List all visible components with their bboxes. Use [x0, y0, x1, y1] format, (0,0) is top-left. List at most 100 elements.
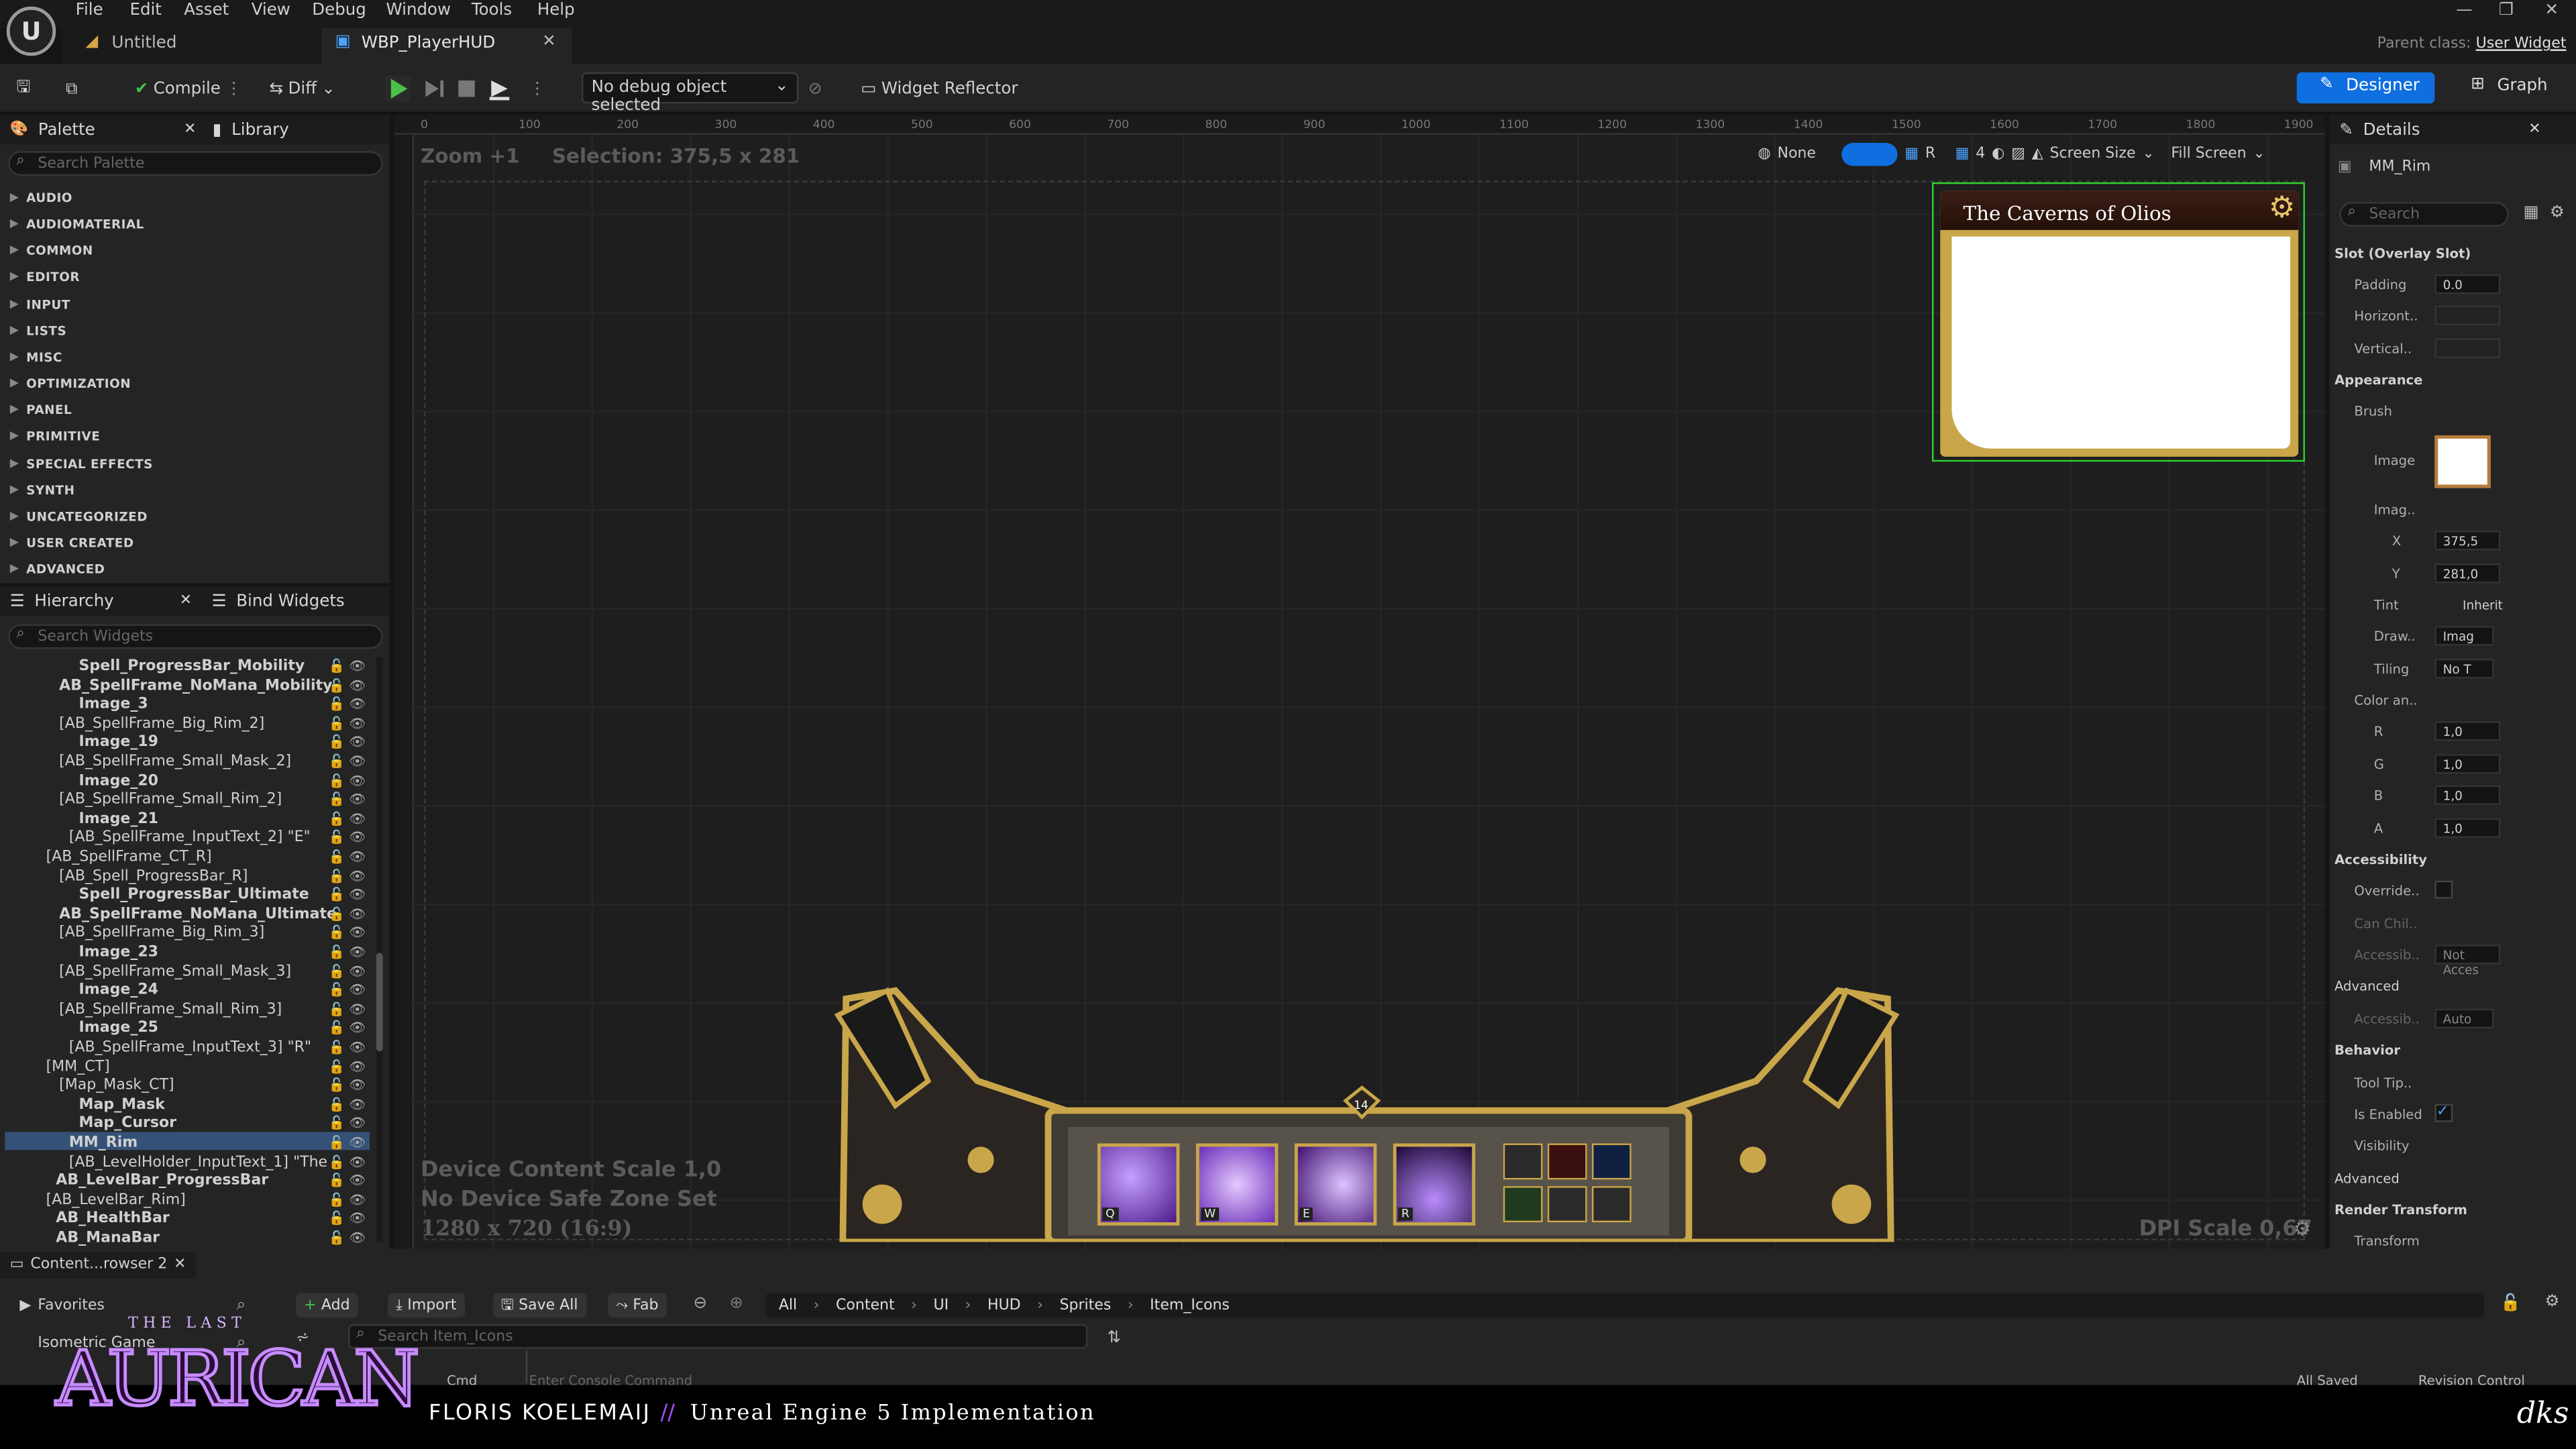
- category-uncategorized[interactable]: UNCATEGORIZED: [26, 509, 148, 524]
- action-bar[interactable]: 14 Q W E R: [830, 982, 1904, 1246]
- hierarchy-item[interactable]: Image_20: [79, 773, 158, 789]
- section-accessibility[interactable]: Accessibility: [2334, 853, 2427, 867]
- save-all-button[interactable]: 🖫 Save All: [492, 1293, 586, 1318]
- tiling-select[interactable]: No T: [2434, 659, 2494, 679]
- section-advanced[interactable]: Advanced: [2334, 1171, 2400, 1186]
- section-slot[interactable]: Slot (Overlay Slot): [2334, 246, 2471, 261]
- close-panel-icon[interactable]: ✕: [180, 593, 192, 609]
- lock-visibility-icons[interactable]: 🔓 👁: [329, 983, 366, 998]
- section-appearance[interactable]: Appearance: [2334, 373, 2422, 388]
- gear-icon[interactable]: ⚙: [2550, 204, 2565, 222]
- hierarchy-item[interactable]: [AB_SpellFrame_Small_Rim_2]: [59, 792, 282, 808]
- section-render-transform[interactable]: Render Transform: [2334, 1203, 2467, 1218]
- designer-button[interactable]: ✎ Designer: [2296, 72, 2435, 104]
- category-advanced[interactable]: ADVANCED: [26, 562, 105, 577]
- color-b[interactable]: 1,0: [2434, 785, 2501, 806]
- details-title[interactable]: Details: [2363, 121, 2420, 139]
- import-button[interactable]: ⤓ Import: [387, 1293, 465, 1318]
- lock-visibility-icons[interactable]: 🔓 👁: [329, 1040, 366, 1055]
- hierarchy-title[interactable]: Hierarchy: [34, 592, 113, 610]
- menu-asset[interactable]: Asset: [184, 1, 229, 19]
- section-behavior[interactable]: Behavior: [2334, 1043, 2400, 1058]
- category-user-created[interactable]: USER CREATED: [26, 535, 133, 550]
- fill-screen-select[interactable]: Fill Screen: [2171, 146, 2246, 162]
- lock-visibility-icons[interactable]: 🔓 👁: [329, 888, 366, 902]
- close-panel-icon[interactable]: ✕: [2528, 121, 2540, 138]
- diff-button[interactable]: ⇆ Diff ⌄: [270, 76, 335, 102]
- lock-visibility-icons[interactable]: 🔓 👁: [329, 1116, 366, 1131]
- hierarchy-item[interactable]: MM_Rim: [69, 1135, 138, 1151]
- stop-icon[interactable]: [453, 76, 480, 102]
- hierarchy-item[interactable]: [AB_LevelHolder_InputText_1] "The: [69, 1155, 327, 1171]
- item-slot-2[interactable]: [1547, 1143, 1587, 1180]
- lock-visibility-icons[interactable]: 🔓 👁: [329, 945, 366, 959]
- lock-visibility-icons[interactable]: 🔓 👁: [329, 1155, 366, 1169]
- hierarchy-item[interactable]: Image_23: [79, 945, 158, 961]
- lock-toggle[interactable]: [1842, 143, 1898, 166]
- hierarchy-item[interactable]: AB_SpellFrame_NoMana_Ultimate: [59, 906, 337, 922]
- play-options-icon[interactable]: ⋮: [529, 76, 545, 102]
- breadcrumb-sprites[interactable]: Sprites: [1059, 1297, 1111, 1313]
- close-tab-icon[interactable]: ✕: [542, 33, 556, 51]
- category-optimization[interactable]: OPTIMIZATION: [26, 376, 131, 391]
- hierarchy-item[interactable]: [AB_SpellFrame_Small_Mask_2]: [59, 754, 291, 770]
- content-browser-tab[interactable]: ▭ Content...rowser 2 ✕: [0, 1252, 197, 1279]
- category-editor[interactable]: EDITOR: [26, 270, 80, 284]
- restore-icon[interactable]: ❐: [2499, 1, 2514, 19]
- graph-button[interactable]: ⊞ Graph: [2464, 72, 2563, 104]
- accessible-select[interactable]: Not Acces: [2434, 945, 2501, 977]
- lock-visibility-icons[interactable]: 🔓 👁: [329, 906, 366, 921]
- lock-visibility-icons[interactable]: 🔓 👁: [329, 754, 366, 769]
- parent-class-link[interactable]: User Widget: [2476, 36, 2567, 52]
- sort-icon[interactable]: ⇅: [1108, 1329, 1122, 1347]
- gear-icon[interactable]: ⚙: [2544, 1293, 2559, 1311]
- hierarchy-item[interactable]: [AB_SpellFrame_Big_Rim_2]: [59, 716, 264, 732]
- color-g[interactable]: 1,0: [2434, 754, 2501, 774]
- play-icon[interactable]: [384, 75, 411, 102]
- hierarchy-item[interactable]: [AB_SpellFrame_Small_Mask_3]: [59, 964, 291, 980]
- lock-visibility-icons[interactable]: 🔓 👁: [329, 926, 366, 941]
- category-lists[interactable]: LISTS: [26, 323, 66, 338]
- hierarchy-item[interactable]: [AB_SpellFrame_InputText_3] "R": [69, 1040, 311, 1056]
- lock-visibility-icons[interactable]: 🔓 👁: [329, 697, 366, 712]
- menu-view[interactable]: View: [252, 1, 290, 19]
- respect-locks-toggle[interactable]: R: [1925, 146, 1935, 162]
- browse-icon[interactable]: ⧉: [66, 76, 77, 102]
- accessible-auto-select[interactable]: Auto: [2434, 1008, 2494, 1029]
- lock-visibility-icons[interactable]: 🔓 👁: [329, 735, 366, 750]
- hierarchy-scrollbar[interactable]: [376, 657, 383, 1242]
- step-icon[interactable]: [421, 76, 447, 102]
- close-window-icon[interactable]: ✕: [2544, 1, 2559, 19]
- lock-visibility-icons[interactable]: 🔓 👁: [329, 1059, 366, 1074]
- tint-value[interactable]: Inherit: [2463, 598, 2503, 612]
- splitter[interactable]: [525, 1350, 528, 1384]
- menu-help[interactable]: Help: [537, 1, 575, 19]
- breadcrumb-ui[interactable]: UI: [933, 1297, 949, 1313]
- lock-visibility-icons[interactable]: 🔓 👁: [329, 869, 366, 883]
- forward-icon[interactable]: ⊕: [729, 1295, 743, 1313]
- menu-debug[interactable]: Debug: [312, 1, 366, 19]
- lock-visibility-icons[interactable]: 🔓 👁: [329, 1212, 366, 1226]
- lock-visibility-icons[interactable]: 🔓 👁: [329, 1097, 366, 1112]
- override-checkbox[interactable]: [2434, 880, 2453, 899]
- compile-button[interactable]: ✔ Compile ⋮: [135, 76, 242, 102]
- hierarchy-item[interactable]: [Map_Mask_CT]: [59, 1078, 174, 1094]
- lock-visibility-icons[interactable]: 🔓 👁: [329, 1078, 366, 1093]
- screen-size-select[interactable]: Screen Size: [2050, 146, 2136, 162]
- color-r[interactable]: 1,0: [2434, 721, 2501, 741]
- close-tab-icon[interactable]: ✕: [174, 1256, 186, 1273]
- hierarchy-item[interactable]: Image_19: [79, 735, 158, 751]
- hierarchy-item[interactable]: Image_24: [79, 983, 158, 999]
- hierarchy-item[interactable]: Spell_ProgressBar_Ultimate: [79, 888, 309, 904]
- menu-window[interactable]: Window: [386, 1, 451, 19]
- grid-count[interactable]: 4: [1976, 146, 1985, 162]
- hierarchy-item[interactable]: Map_Cursor: [79, 1116, 176, 1132]
- lock-visibility-icons[interactable]: 🔓 👁: [329, 1021, 366, 1036]
- lock-visibility-icons[interactable]: 🔓 👁: [329, 1002, 366, 1016]
- debug-object-select[interactable]: No debug object selected ⌄: [581, 72, 799, 115]
- hierarchy-item[interactable]: Image_25: [79, 1021, 158, 1037]
- color-a[interactable]: 1,0: [2434, 818, 2501, 838]
- vertical-alignment[interactable]: [2434, 338, 2501, 358]
- eject-icon[interactable]: [486, 76, 513, 102]
- outline-icon[interactable]: ◐: [1992, 146, 2004, 162]
